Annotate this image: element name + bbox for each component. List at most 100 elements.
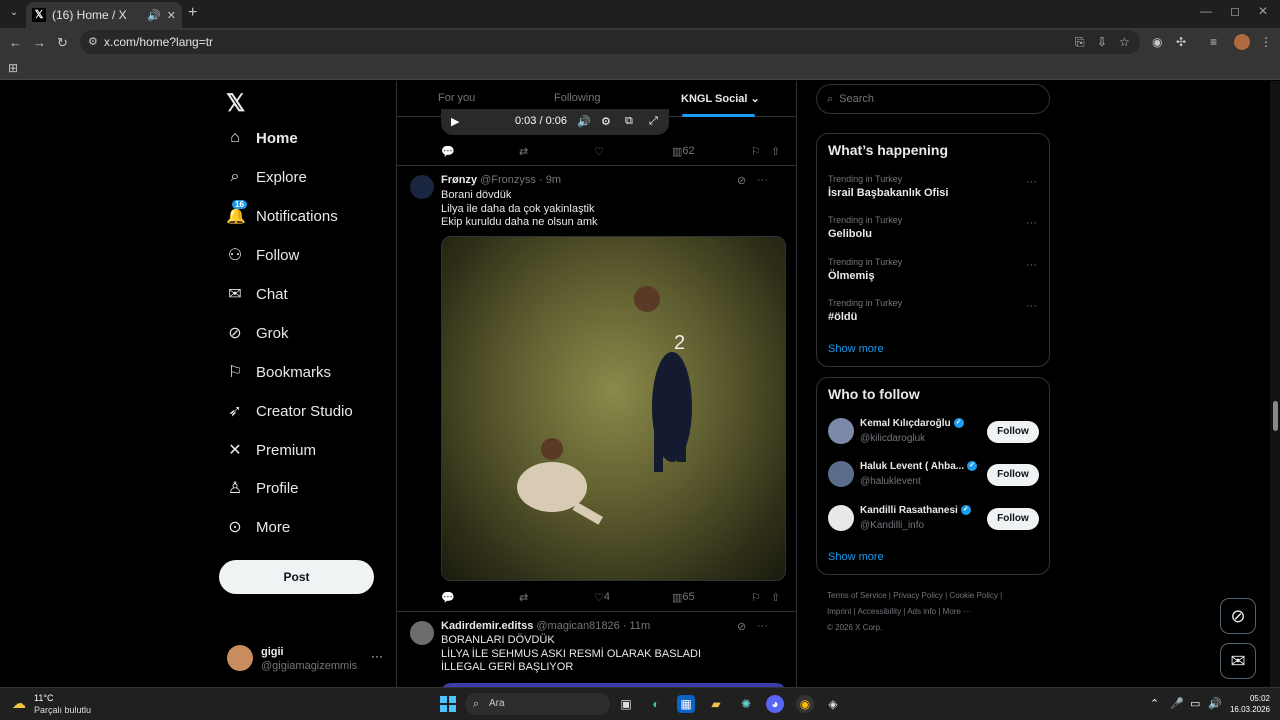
avatar[interactable] xyxy=(410,175,434,199)
more-dots-icon[interactable]: ··· xyxy=(1026,176,1037,188)
display-name[interactable]: Frønzy xyxy=(441,174,477,186)
more-dots-icon[interactable]: ··· xyxy=(757,174,768,186)
trend-name[interactable]: Ölmemiş xyxy=(828,270,874,282)
retweet-icon[interactable]: ⇄ xyxy=(519,145,528,158)
bookmark-icon[interactable]: ⚐ xyxy=(751,145,761,158)
user-name[interactable]: Kandilli Rasathanesi ✓ xyxy=(860,505,971,516)
settings-icon[interactable]: ⚙ xyxy=(601,115,611,128)
reading-list-icon[interactable]: ≡ xyxy=(1210,35,1217,49)
handle[interactable]: @magican81826 xyxy=(536,620,619,632)
star-icon[interactable]: ☆ xyxy=(1119,35,1130,49)
grok-icon[interactable]: ⊘ xyxy=(737,174,746,187)
messages-fab-icon[interactable]: ✉ xyxy=(1220,643,1256,679)
reply-icon[interactable]: 💬 xyxy=(441,145,455,158)
more-dots-icon[interactable]: ··· xyxy=(757,620,768,632)
retweet-icon[interactable]: ⇄ xyxy=(519,591,528,604)
app-icon[interactable]: ◈ xyxy=(824,695,842,713)
maximize-icon[interactable]: ◻ xyxy=(1230,4,1240,18)
more-dots-icon[interactable]: ··· xyxy=(1026,217,1037,229)
chrome-icon[interactable]: ◉ xyxy=(796,695,814,713)
follow-button[interactable]: Follow xyxy=(987,464,1039,486)
volume-icon[interactable]: 🔊 xyxy=(1208,697,1222,710)
task-view-icon[interactable]: ▣ xyxy=(617,695,635,713)
nav-home[interactable]: ⌂ Home xyxy=(226,123,298,153)
edge-icon[interactable]: ◐ xyxy=(647,695,665,713)
tab-kngl-social[interactable]: KNGL Social ⌄ xyxy=(681,92,760,105)
scrollbar[interactable] xyxy=(1270,81,1280,687)
footer-link[interactable]: Imprint xyxy=(827,607,851,616)
puzzle-icon[interactable]: ✣ xyxy=(1176,35,1186,49)
reply-icon[interactable]: 💬 xyxy=(441,591,455,604)
follow-button[interactable]: Follow xyxy=(987,421,1039,443)
more-dots-icon[interactable]: ··· xyxy=(371,649,383,663)
more-dots-icon[interactable]: ··· xyxy=(1026,259,1037,271)
nav-grok[interactable]: ⊘ Grok xyxy=(226,318,288,348)
menu-icon[interactable]: ⋮ xyxy=(1260,35,1272,49)
reload-icon[interactable]: ↻ xyxy=(57,35,68,51)
search-input[interactable]: ⌕ Search xyxy=(816,84,1050,114)
timestamp[interactable]: 11m xyxy=(630,620,651,632)
nav-profile[interactable]: ♙ Profile xyxy=(226,473,299,503)
trend-name[interactable]: Gelibolu xyxy=(828,228,872,240)
avatar[interactable] xyxy=(828,461,854,487)
account-switcher[interactable]: gigii @gigiamagizemmis ··· xyxy=(226,643,386,677)
footer-link[interactable]: Privacy Policy xyxy=(893,591,943,600)
display-icon[interactable]: ▭ xyxy=(1190,697,1200,710)
tab-for-you[interactable]: For you xyxy=(438,92,475,104)
extension-icon[interactable]: ◉ xyxy=(1152,35,1162,49)
post-button[interactable]: Post xyxy=(219,560,374,594)
address-bar[interactable]: ⚙ x.com/home?lang=tr xyxy=(80,30,1140,54)
handle[interactable]: @Fronzyss xyxy=(480,174,536,186)
views-icon[interactable]: ▥ 62 xyxy=(672,145,695,158)
like-icon[interactable]: ♡ xyxy=(594,145,604,158)
views-icon[interactable]: ▥ 65 xyxy=(672,591,695,604)
avatar[interactable] xyxy=(828,418,854,444)
tweet-image[interactable]: 2 xyxy=(441,236,786,581)
show-more-link[interactable]: Show more xyxy=(828,343,884,355)
fullscreen-icon[interactable]: ⤢ xyxy=(649,115,658,128)
trend-name[interactable]: #öldü xyxy=(828,311,857,323)
footer-link[interactable]: Terms of Service xyxy=(827,591,887,600)
grok-fab-icon[interactable]: ⊘ xyxy=(1220,598,1256,634)
user-name[interactable]: Kemal Kılıçdaroğlu ✓ xyxy=(860,418,964,429)
taskbar-search[interactable]: ⌕ Ara xyxy=(465,693,610,715)
trend-name[interactable]: İsrail Başbakanlık Ofisi xyxy=(828,187,948,199)
play-icon[interactable]: ▶ xyxy=(451,115,459,128)
close-tab-icon[interactable]: ✕ xyxy=(167,9,176,22)
forward-icon[interactable]: → xyxy=(33,35,46,50)
scroll-thumb[interactable] xyxy=(1273,401,1278,431)
nav-follow[interactable]: ⚇ Follow xyxy=(226,240,300,270)
microphone-icon[interactable]: 🎤 xyxy=(1170,697,1184,710)
display-name[interactable]: Kadirdemir.editss xyxy=(441,620,533,632)
share-icon[interactable]: ⇧ xyxy=(771,591,780,604)
grok-icon[interactable]: ⊘ xyxy=(737,620,746,633)
show-more-link[interactable]: Show more xyxy=(828,551,884,563)
profile-avatar-icon[interactable] xyxy=(1234,34,1250,50)
footer-link[interactable]: Ads info xyxy=(907,607,936,616)
nav-bookmarks[interactable]: ⚐ Bookmarks xyxy=(226,357,331,387)
file-explorer-icon[interactable]: ▰ xyxy=(707,695,725,713)
speaker-icon[interactable]: 🔊 xyxy=(147,9,161,22)
tab-following[interactable]: Following xyxy=(554,92,600,104)
store-icon[interactable]: ▦ xyxy=(677,695,695,713)
nav-explore[interactable]: ⌕ Explore xyxy=(226,162,307,192)
translate-icon[interactable]: ⎘ xyxy=(1075,35,1085,50)
site-info-icon[interactable]: ⚙ xyxy=(88,35,98,48)
like-icon[interactable]: ♡ 4 xyxy=(594,591,610,604)
chevron-up-icon[interactable]: ⌃ xyxy=(1150,697,1159,710)
timestamp[interactable]: 9m xyxy=(546,174,561,186)
more-dots-icon[interactable]: ··· xyxy=(1026,300,1037,312)
follow-button[interactable]: Follow xyxy=(987,508,1039,530)
nav-creator-studio[interactable]: ➶ Creator Studio xyxy=(226,396,352,426)
new-tab-button[interactable]: + xyxy=(188,4,197,22)
tab-search-button[interactable]: ⌄ xyxy=(6,5,22,21)
clock[interactable]: 05:02 16.03.2026 xyxy=(1228,693,1270,715)
nav-premium[interactable]: ✕ Premium xyxy=(226,435,316,465)
footer-link[interactable]: Accessibility xyxy=(858,607,902,616)
app-icon[interactable]: ✺ xyxy=(737,695,755,713)
avatar[interactable] xyxy=(828,505,854,531)
nav-chat[interactable]: ✉ Chat xyxy=(226,279,287,309)
footer-link[interactable]: Cookie Policy xyxy=(949,591,997,600)
nav-notifications[interactable]: 🔔 16 Notifications xyxy=(226,200,338,231)
back-icon[interactable]: ← xyxy=(9,35,22,50)
